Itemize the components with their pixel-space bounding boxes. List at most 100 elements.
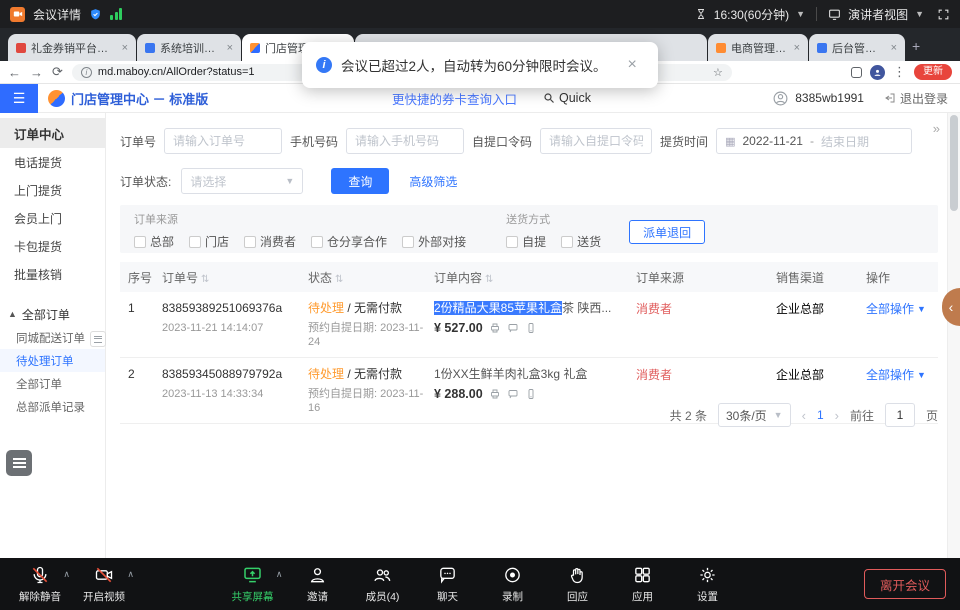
browser-tab[interactable]: 电商管理中心 ×: [708, 34, 808, 61]
sidebar-item-phone-pickup[interactable]: 电话提货: [0, 148, 105, 176]
print-icon[interactable]: [489, 388, 501, 400]
floating-list-button[interactable]: [6, 450, 32, 476]
tab-close-icon[interactable]: ×: [227, 42, 233, 54]
coupon-query-link[interactable]: 更快捷的券卡查询入口: [392, 89, 517, 108]
back-icon[interactable]: ←: [8, 65, 21, 80]
sidebar-item-member-visit[interactable]: 会员上门: [0, 204, 105, 232]
search-button[interactable]: 查询: [331, 168, 389, 194]
members-button[interactable]: 成员(4): [357, 564, 409, 604]
checkbox-icon[interactable]: [561, 236, 573, 248]
checkbox-self-pickup[interactable]: 自提: [506, 233, 546, 250]
caret-up-icon[interactable]: ∧: [276, 569, 283, 580]
tab-close-icon[interactable]: ×: [794, 42, 800, 54]
date-range-picker[interactable]: ▦ 2022-11-21 - 结束日期: [716, 128, 912, 154]
forward-icon[interactable]: →: [30, 65, 43, 80]
caret-up-icon[interactable]: ∧: [63, 569, 70, 580]
view-mode-button[interactable]: 演讲者视图: [848, 6, 908, 23]
checkbox-store[interactable]: 门店: [189, 233, 229, 250]
logout-button[interactable]: 退出登录: [884, 90, 948, 107]
sidebar-item-door-pickup[interactable]: 上门提货: [0, 176, 105, 204]
invite-button[interactable]: 邀请: [292, 564, 344, 604]
meeting-timer[interactable]: 16:30(60分钟): [714, 6, 789, 23]
phone-icon[interactable]: [525, 388, 537, 400]
goto-page-input[interactable]: 1: [885, 403, 915, 427]
tab-close-icon[interactable]: ×: [122, 42, 128, 54]
sidebar-item-card-pickup[interactable]: 卡包提货: [0, 232, 105, 260]
sidebar-item-hq-dispatch-records[interactable]: 总部派单记录: [0, 395, 105, 418]
reactions-button[interactable]: 回应: [552, 564, 604, 604]
sidebar-toggle-button[interactable]: ☰: [0, 84, 38, 113]
username[interactable]: 8385wb1991: [795, 91, 864, 105]
meeting-details-button[interactable]: 会议详情: [33, 6, 81, 23]
browser-update-button[interactable]: 更新: [914, 64, 952, 80]
record-button[interactable]: 录制: [487, 564, 539, 604]
settings-button[interactable]: 设置: [682, 564, 734, 604]
bookmark-star-icon[interactable]: ☆: [713, 66, 723, 79]
checkbox-external[interactable]: 外部对接: [402, 233, 466, 250]
order-status-select[interactable]: 请选择 ▼: [181, 168, 303, 194]
quick-entry[interactable]: Quick: [543, 91, 591, 105]
sidebar-drag-handle[interactable]: [90, 331, 106, 347]
col-content[interactable]: 订单内容⇅: [434, 269, 636, 286]
date-start-value[interactable]: 2022-11-21: [742, 134, 803, 148]
caret-up-icon[interactable]: ∧: [127, 569, 134, 580]
phone-input[interactable]: [346, 128, 464, 154]
apps-button[interactable]: 应用: [617, 564, 669, 604]
date-end-placeholder[interactable]: 结束日期: [821, 133, 869, 150]
unmute-button[interactable]: 解除静音 ∧: [14, 564, 66, 604]
print-icon[interactable]: [489, 322, 501, 334]
scrollbar-track[interactable]: [947, 113, 960, 558]
prev-page-icon[interactable]: ‹: [802, 408, 806, 423]
col-status[interactable]: 状态⇅: [308, 269, 434, 286]
fullscreen-icon[interactable]: [937, 8, 950, 21]
pickup-code-input[interactable]: [540, 128, 652, 154]
dispatch-return-button[interactable]: 派单退回: [629, 220, 705, 244]
browser-menu-kebab-icon[interactable]: ⋮: [893, 64, 906, 80]
reload-icon[interactable]: ⟳: [52, 64, 63, 80]
extensions-icon[interactable]: [851, 67, 862, 78]
next-page-icon[interactable]: ›: [835, 408, 839, 423]
browser-profile-avatar[interactable]: [870, 65, 885, 80]
advanced-filter-link[interactable]: 高级筛选: [409, 173, 457, 190]
checkbox-delivery[interactable]: 送货: [561, 233, 601, 250]
checkbox-icon[interactable]: [189, 236, 201, 248]
col-order-no[interactable]: 订单号⇅: [162, 269, 308, 286]
checkbox-icon[interactable]: [402, 236, 414, 248]
page-size-select[interactable]: 30条/页 ▼: [718, 403, 791, 427]
message-icon[interactable]: [507, 322, 519, 334]
message-icon[interactable]: [507, 388, 519, 400]
sidebar-item-pending-orders[interactable]: 待处理订单: [0, 349, 105, 372]
checkbox-icon[interactable]: [244, 236, 256, 248]
start-video-button[interactable]: 开启视频 ∧: [78, 564, 130, 604]
browser-tab[interactable]: 礼金券销平台管理中心 ×: [8, 34, 136, 61]
order-no-input[interactable]: [164, 128, 282, 154]
chat-button[interactable]: 聊天: [422, 564, 474, 604]
browser-tab[interactable]: 后台管理系统 ×: [809, 34, 905, 61]
leave-meeting-button[interactable]: 离开会议: [864, 569, 946, 599]
row-actions-dropdown[interactable]: 全部操作 ▼: [866, 366, 938, 383]
sidebar-section-order-center[interactable]: 订单中心: [0, 118, 105, 148]
scrollbar-thumb[interactable]: [950, 115, 958, 211]
sidebar-item-all-orders[interactable]: 全部订单: [0, 372, 105, 395]
collapse-panel-icon[interactable]: »: [933, 121, 940, 136]
sidebar-item-batch-verify[interactable]: 批量核销: [0, 260, 105, 288]
site-info-icon[interactable]: i: [81, 67, 92, 78]
new-tab-button[interactable]: +: [912, 38, 920, 54]
checkbox-shared-warehouse[interactable]: 仓分享合作: [311, 233, 387, 250]
row-actions-dropdown[interactable]: 全部操作 ▼: [866, 300, 938, 317]
phone-icon[interactable]: [525, 322, 537, 334]
checkbox-icon[interactable]: [506, 236, 518, 248]
browser-tab[interactable]: 系统培训学习 ×: [137, 34, 241, 61]
view-mode-chevron-icon[interactable]: ▼: [915, 9, 924, 19]
checkbox-icon[interactable]: [311, 236, 323, 248]
toast-close-icon[interactable]: ×: [628, 56, 637, 74]
chevron-left-icon: ‹: [949, 299, 954, 315]
timer-chevron-icon[interactable]: ▼: [796, 9, 805, 19]
sidebar-group-all-orders[interactable]: ▲ 全部订单: [0, 302, 105, 326]
current-page[interactable]: 1: [817, 408, 824, 422]
checkbox-hq[interactable]: 总部: [134, 233, 174, 250]
share-screen-button[interactable]: 共享屏幕 ∧: [227, 564, 279, 604]
checkbox-consumer[interactable]: 消费者: [244, 233, 296, 250]
checkbox-icon[interactable]: [134, 236, 146, 248]
tab-close-icon[interactable]: ×: [891, 42, 897, 54]
